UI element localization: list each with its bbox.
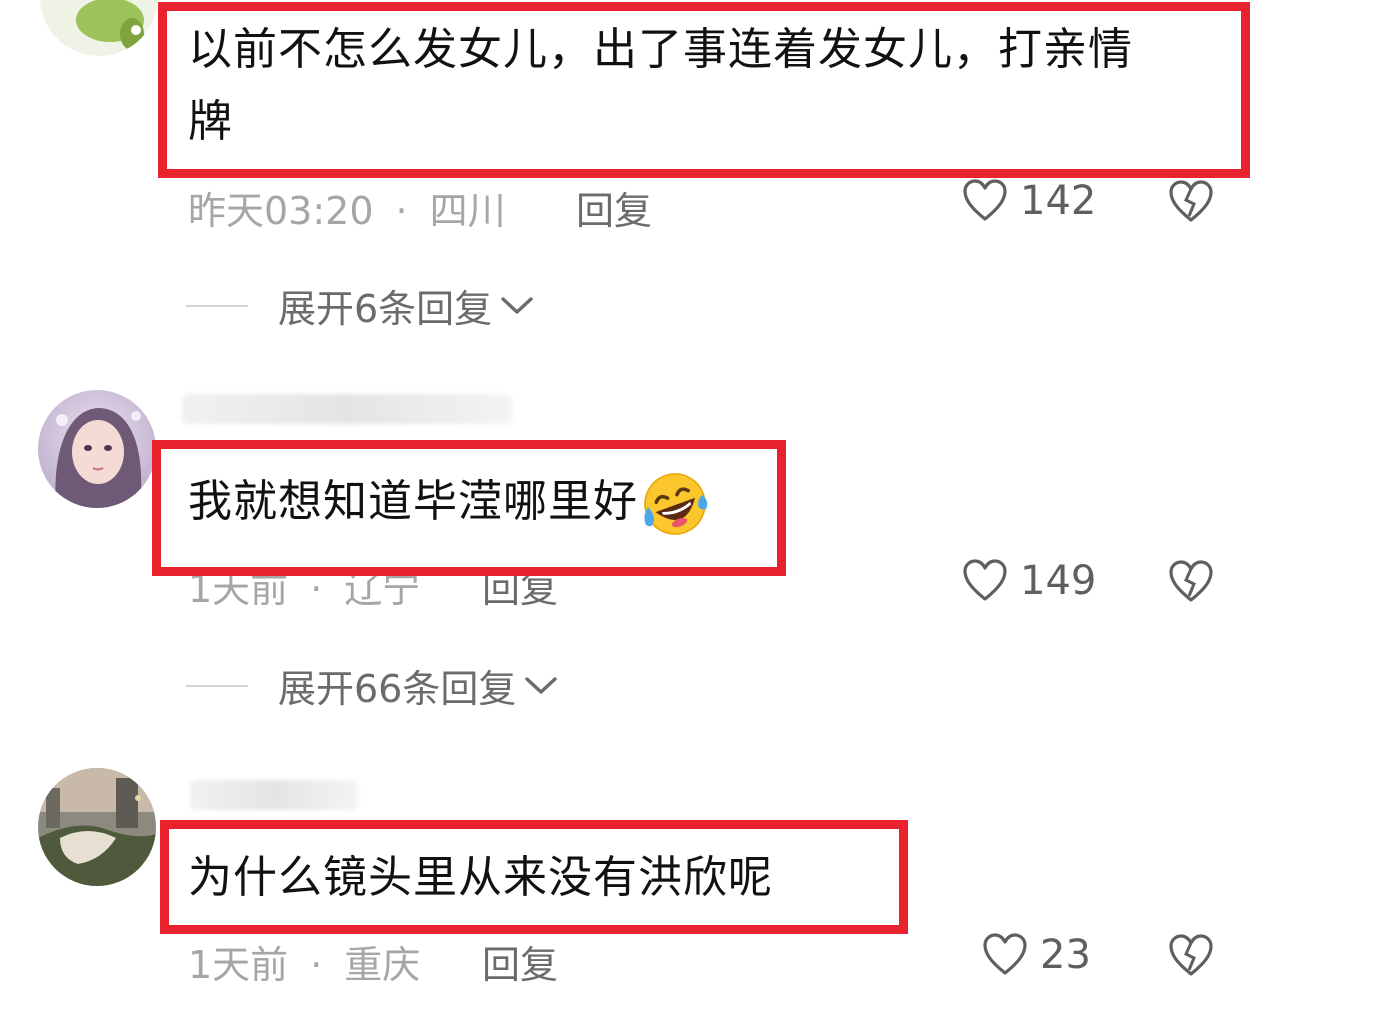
comment-text: 为什么镜头里从来没有洪欣呢 (188, 852, 773, 903)
expand-replies-label: 展开6条回复 (278, 287, 493, 331)
avatar[interactable] (40, 0, 158, 56)
broken-heart-icon (1169, 934, 1213, 976)
comment-time: 昨天03:20 (188, 189, 374, 233)
broken-heart-icon (1169, 180, 1213, 222)
comment-text: 以前不怎么发女儿，出了事连着发女儿，打亲情 牌 (188, 24, 1133, 147)
username-redacted (190, 780, 358, 810)
heart-outline-icon (963, 559, 1007, 601)
dislike-button[interactable] (1168, 180, 1214, 228)
chevron-down-icon (501, 296, 533, 314)
comment-time: 1天前 (188, 943, 289, 987)
like-button[interactable]: 23 (982, 932, 1091, 978)
reply-button[interactable]: 回复 (576, 180, 652, 235)
divider-line (186, 304, 248, 307)
avatar[interactable] (38, 768, 156, 886)
comment-text: 我就想知道毕滢哪里好 (188, 466, 710, 539)
avatar[interactable] (38, 390, 156, 508)
dislike-button[interactable] (1168, 934, 1214, 982)
like-button[interactable]: 149 (962, 558, 1096, 604)
meta-separator: · (395, 189, 408, 233)
heart-outline-icon (963, 179, 1007, 221)
username-redacted (182, 394, 512, 424)
like-count: 23 (1040, 932, 1091, 978)
rolling-laughing-emoji-icon (644, 473, 708, 535)
like-button[interactable]: 142 (962, 178, 1096, 224)
expand-replies-label: 展开66条回复 (278, 667, 517, 711)
divider-line (186, 684, 248, 687)
reply-button[interactable]: 回复 (482, 934, 558, 989)
comment-location: 重庆 (344, 943, 421, 987)
like-count: 149 (1020, 558, 1097, 604)
broken-heart-icon (1169, 560, 1213, 602)
expand-replies-button[interactable]: 展开6条回复 (186, 278, 534, 333)
comment-meta: 昨天03:20 · 四川 (188, 180, 506, 235)
comment-location: 四川 (429, 189, 506, 233)
comment-meta: 1天前 · 重庆 (188, 934, 420, 989)
chevron-down-icon (525, 676, 558, 694)
expand-replies-button[interactable]: 展开66条回复 (186, 658, 558, 713)
heart-outline-icon (983, 933, 1027, 975)
like-count: 142 (1020, 178, 1097, 224)
dislike-button[interactable] (1168, 560, 1214, 608)
meta-separator: · (310, 943, 323, 987)
